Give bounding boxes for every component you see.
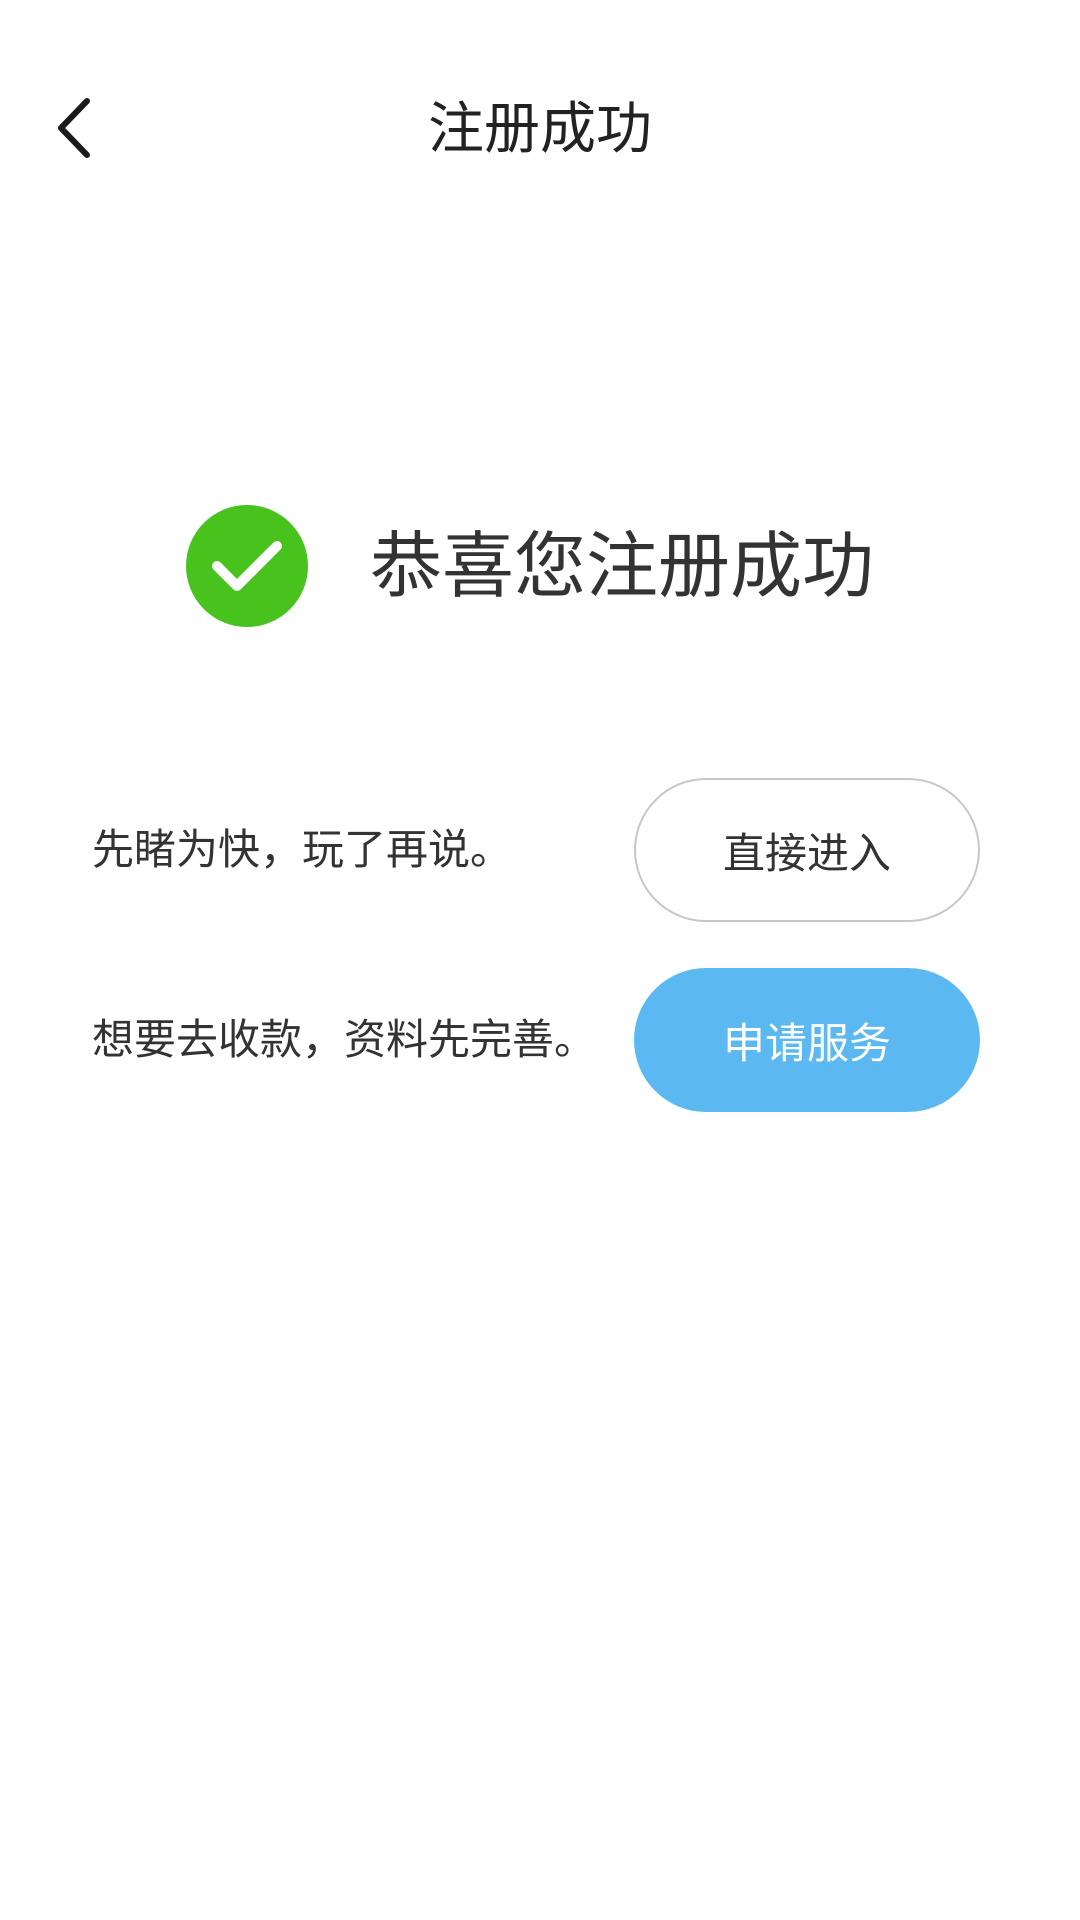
check-circle-icon — [186, 505, 308, 627]
registration-success-page: 注册成功 恭喜您注册成功 先睹为快，玩了再说。 直接进入 想要去收款，资料先完善… — [0, 0, 1080, 1920]
option-row-apply: 想要去收款，资料先完善。 申请服务 — [92, 968, 982, 1112]
enter-directly-button[interactable]: 直接进入 — [634, 778, 980, 922]
option-description: 先睹为快，玩了再说。 — [92, 825, 513, 874]
option-description: 想要去收款，资料先完善。 — [92, 1015, 597, 1064]
top-bar: 注册成功 — [0, 0, 1080, 260]
apply-service-button[interactable]: 申请服务 — [634, 968, 980, 1112]
success-banner: 恭喜您注册成功 — [186, 505, 874, 627]
success-message: 恭喜您注册成功 — [370, 524, 875, 608]
option-row-enter: 先睹为快，玩了再说。 直接进入 — [92, 778, 982, 922]
page-title: 注册成功 — [428, 97, 652, 162]
